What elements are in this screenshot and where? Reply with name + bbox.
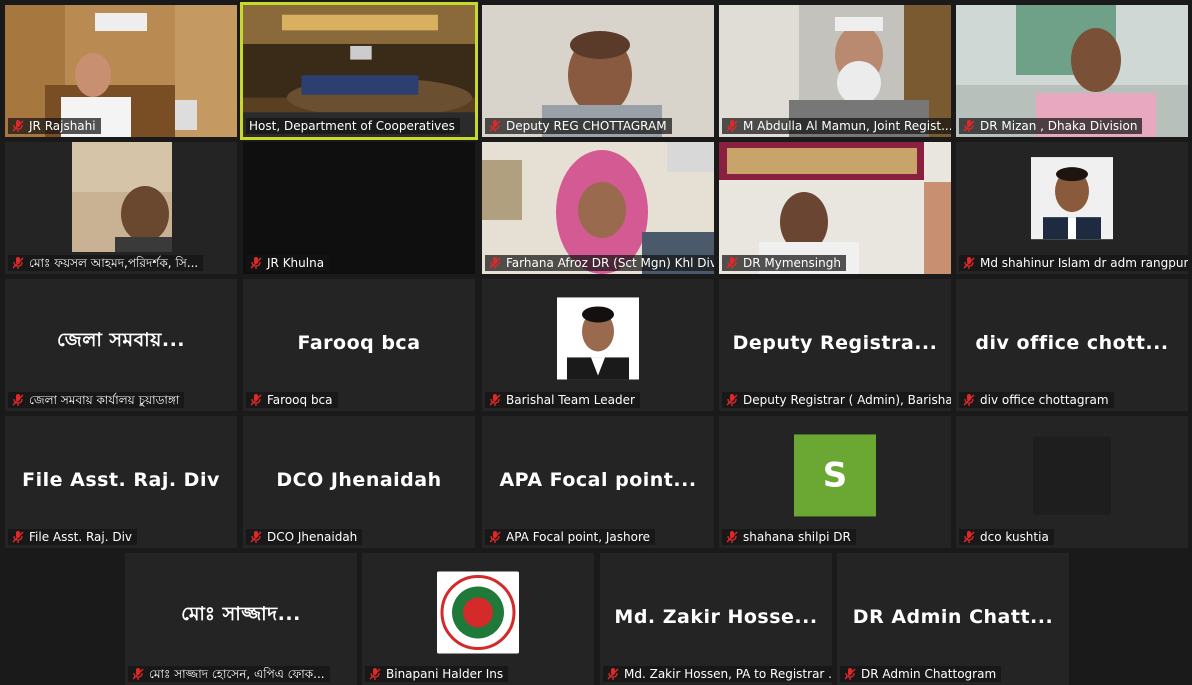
participant-tile-md-zakir-hossen[interactable]: Md. Zakir Hosse... Md. Zakir Hossen, PA … <box>600 553 832 685</box>
microphone-muted-icon <box>11 256 25 270</box>
participant-name-label: JR Khulna <box>246 255 330 271</box>
participant-tile-host[interactable]: Host, Department of Cooperatives <box>240 2 478 140</box>
participant-display-name: Deputy Registra... <box>732 331 938 354</box>
participant-name-label: JR Rajshahi <box>8 118 101 134</box>
microphone-muted-icon <box>11 119 25 133</box>
participant-display-name: DR Admin Chatt... <box>852 605 1054 628</box>
avatar <box>1033 436 1111 515</box>
microphone-muted-icon <box>606 667 620 681</box>
microphone-muted-icon <box>131 667 145 681</box>
participant-display-name: DCO Jhenaidah <box>276 468 442 491</box>
participant-name-label: Farooq bca <box>246 392 338 408</box>
participant-name-label: DR Admin Chattogram <box>840 666 1002 682</box>
participant-tile-barishal-team-leader[interactable]: Barishal Team Leader <box>482 279 714 411</box>
participant-tile-md-shahinur-islam[interactable]: Md shahinur Islam dr adm rangpur <box>956 142 1188 274</box>
microphone-muted-icon <box>962 530 976 544</box>
microphone-muted-icon <box>962 119 976 133</box>
participant-name-label: মোঃ সাজ্জাদ হোসেন, এপিএ ফোক... <box>128 666 330 682</box>
participant-name-label: shahana shilpi DR <box>722 529 856 545</box>
participant-name-label: Binapani Halder Ins <box>365 666 509 682</box>
microphone-muted-icon <box>11 530 25 544</box>
microphone-muted-icon <box>725 393 739 407</box>
participant-tile-dr-admin-chattogram[interactable]: DR Admin Chatt... DR Admin Chattogram <box>837 553 1069 685</box>
participant-tile-jr-khulna[interactable]: JR Khulna <box>243 142 475 274</box>
microphone-muted-icon <box>488 256 502 270</box>
profile-photo <box>557 297 639 380</box>
avatar-initial: S <box>794 434 876 517</box>
participant-display-name: Md. Zakir Hosse... <box>614 605 818 628</box>
participant-name-label: DR Mymensingh <box>722 255 846 271</box>
participant-name-label: dco kushtia <box>959 529 1054 545</box>
participant-name-label: File Asst. Raj. Div <box>8 529 138 545</box>
microphone-muted-icon <box>962 393 976 407</box>
participant-tile-div-office-chottagram[interactable]: div office chott... div office chottagra… <box>956 279 1188 411</box>
microphone-muted-icon <box>249 393 263 407</box>
participant-tile-dco-jhenaidah[interactable]: DCO Jhenaidah DCO Jhenaidah <box>243 416 475 548</box>
participant-name-label: Md. Zakir Hossen, PA to Registrar ... <box>603 666 832 682</box>
participant-tile-foysol-ahmed[interactable]: মোঃ ফয়সল আহমদ,পরিদর্শক, সি... <box>5 142 237 274</box>
participant-name-label: div office chottagram <box>959 392 1114 408</box>
participant-tile-zila-samabay-chuadanga[interactable]: জেলা সমবায়... জেলা সমবায় কার্যালয় চুয… <box>5 279 237 411</box>
microphone-muted-icon <box>488 119 502 133</box>
participant-name-label: জেলা সমবায় কার্যালয় চুয়াডাঙ্গা <box>8 392 185 408</box>
participant-tile-dr-mizan[interactable]: DR Mizan , Dhaka Division <box>956 5 1188 137</box>
participant-display-name: জেলা সমবায়... <box>56 328 186 351</box>
participant-tile-apa-focal-point-jashore[interactable]: APA Focal point... APA Focal point, Jash… <box>482 416 714 548</box>
participant-display-name: মোঃ সাজ্জাদ... <box>181 602 301 625</box>
microphone-muted-icon <box>725 530 739 544</box>
participant-display-name: Farooq bca <box>297 331 421 354</box>
participant-name-label: Barishal Team Leader <box>485 392 640 408</box>
microphone-muted-icon <box>249 530 263 544</box>
participant-tile-dr-mymensingh[interactable]: DR Mymensingh <box>719 142 951 274</box>
microphone-muted-icon <box>249 256 263 270</box>
participant-name-label: APA Focal point, Jashore <box>485 529 655 545</box>
participant-display-name: div office chott... <box>975 331 1169 354</box>
participant-tile-farooq-bca[interactable]: Farooq bca Farooq bca <box>243 279 475 411</box>
participant-name-label: Deputy REG CHOTTAGRAM <box>485 118 672 134</box>
microphone-muted-icon <box>488 530 502 544</box>
microphone-muted-icon <box>725 256 739 270</box>
participant-name-label: M Abdulla Al Mamun, Joint Regist... <box>722 118 951 134</box>
microphone-muted-icon <box>962 256 976 270</box>
participant-name-label: DCO Jhenaidah <box>246 529 363 545</box>
microphone-muted-icon <box>368 667 382 681</box>
participant-name-label: Host, Department of Cooperatives <box>246 118 460 134</box>
participant-name-label: মোঃ ফয়সল আহমদ,পরিদর্শক, সি... <box>8 255 204 271</box>
participant-name-label: Deputy Registrar ( Admin), Barishal <box>722 392 951 408</box>
participant-tile-dco-kushtia[interactable]: dco kushtia <box>956 416 1188 548</box>
participant-display-name: APA Focal point... <box>499 468 697 491</box>
participant-tile-deputy-reg-chottagram[interactable]: Deputy REG CHOTTAGRAM <box>482 5 714 137</box>
participant-tile-jr-rajshahi[interactable]: JR Rajshahi <box>5 5 237 137</box>
participant-tile-shahana-shilpi[interactable]: S shahana shilpi DR <box>719 416 951 548</box>
participant-tile-file-asst-raj-div[interactable]: File Asst. Raj. Div File Asst. Raj. Div <box>5 416 237 548</box>
participant-tile-md-sajjad-hossain[interactable]: মোঃ সাজ্জাদ... মোঃ সাজ্জাদ হোসেন, এপিএ ফ… <box>125 553 357 685</box>
participant-tile-binapani-halder[interactable]: Binapani Halder Ins <box>362 553 594 685</box>
participant-name-label: Farhana Afroz DR (Sct Mgn) Khl Div <box>485 255 714 271</box>
microphone-muted-icon <box>725 119 739 133</box>
government-seal-icon <box>437 571 519 654</box>
participant-name-label: DR Mizan , Dhaka Division <box>959 118 1143 134</box>
participant-name-label: Md shahinur Islam dr adm rangpur <box>959 255 1188 271</box>
microphone-muted-icon <box>11 393 25 407</box>
participant-tile-m-abdulla-al-mamun[interactable]: M Abdulla Al Mamun, Joint Regist... <box>719 5 951 137</box>
participant-display-name: File Asst. Raj. Div <box>22 468 220 491</box>
participant-tile-farhana-afroz[interactable]: Farhana Afroz DR (Sct Mgn) Khl Div <box>482 142 714 274</box>
microphone-muted-icon <box>488 393 502 407</box>
profile-photo <box>1031 157 1113 240</box>
microphone-muted-icon <box>843 667 857 681</box>
participant-tile-deputy-registrar-barishal[interactable]: Deputy Registra... Deputy Registrar ( Ad… <box>719 279 951 411</box>
